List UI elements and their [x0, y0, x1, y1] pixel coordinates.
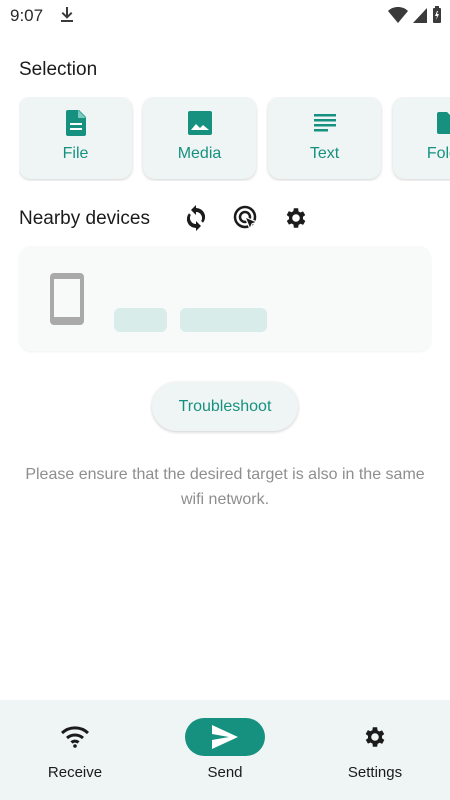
status-bar: 9:07 [0, 0, 450, 32]
bottom-navigation: Receive Send Settings [0, 700, 450, 800]
troubleshoot-button[interactable]: Troubleshoot [152, 382, 298, 431]
select-folder-button[interactable]: Folder [393, 97, 450, 179]
image-icon [187, 109, 212, 137]
nav-send-label: Send [207, 764, 243, 781]
refresh-icon[interactable] [184, 205, 208, 236]
nav-receive[interactable]: Receive [0, 700, 150, 800]
download-icon [59, 5, 75, 28]
selection-list[interactable]: File Media Text Folder [19, 97, 450, 181]
scan-target-icon[interactable] [233, 205, 261, 238]
file-icon [65, 109, 86, 137]
select-text-label: Text [309, 145, 340, 162]
select-file-button[interactable]: File [19, 97, 132, 179]
wifi-icon [35, 718, 115, 756]
send-icon [185, 718, 265, 756]
select-media-button[interactable]: Media [143, 97, 256, 179]
select-file-label: File [62, 145, 89, 162]
nav-send[interactable]: Send [150, 700, 300, 800]
device-name-placeholder [114, 308, 167, 332]
nav-settings-label: Settings [347, 764, 403, 781]
cell-signal-icon [412, 6, 428, 29]
nav-receive-label: Receive [47, 764, 103, 781]
text-icon [313, 109, 336, 137]
folder-icon [436, 109, 450, 137]
smartphone-icon [50, 273, 84, 330]
device-placeholder-card [19, 246, 431, 351]
battery-icon [432, 6, 442, 29]
select-folder-label: Folder [426, 145, 450, 162]
selection-title: Selection [19, 59, 98, 80]
select-text-button[interactable]: Text [268, 97, 381, 179]
wifi-signal-icon [388, 6, 408, 29]
status-indicators [388, 6, 442, 29]
select-media-label: Media [177, 145, 222, 162]
network-hint-text: Please ensure that the desired target is… [25, 466, 425, 508]
nearby-devices-title: Nearby devices [19, 208, 150, 229]
nav-settings[interactable]: Settings [300, 700, 450, 800]
status-time: 9:07 [10, 6, 44, 25]
gear-icon [335, 718, 415, 756]
gear-icon[interactable] [283, 205, 309, 236]
device-info-placeholder [180, 308, 267, 332]
nearby-devices-header: Nearby devices [19, 200, 439, 238]
